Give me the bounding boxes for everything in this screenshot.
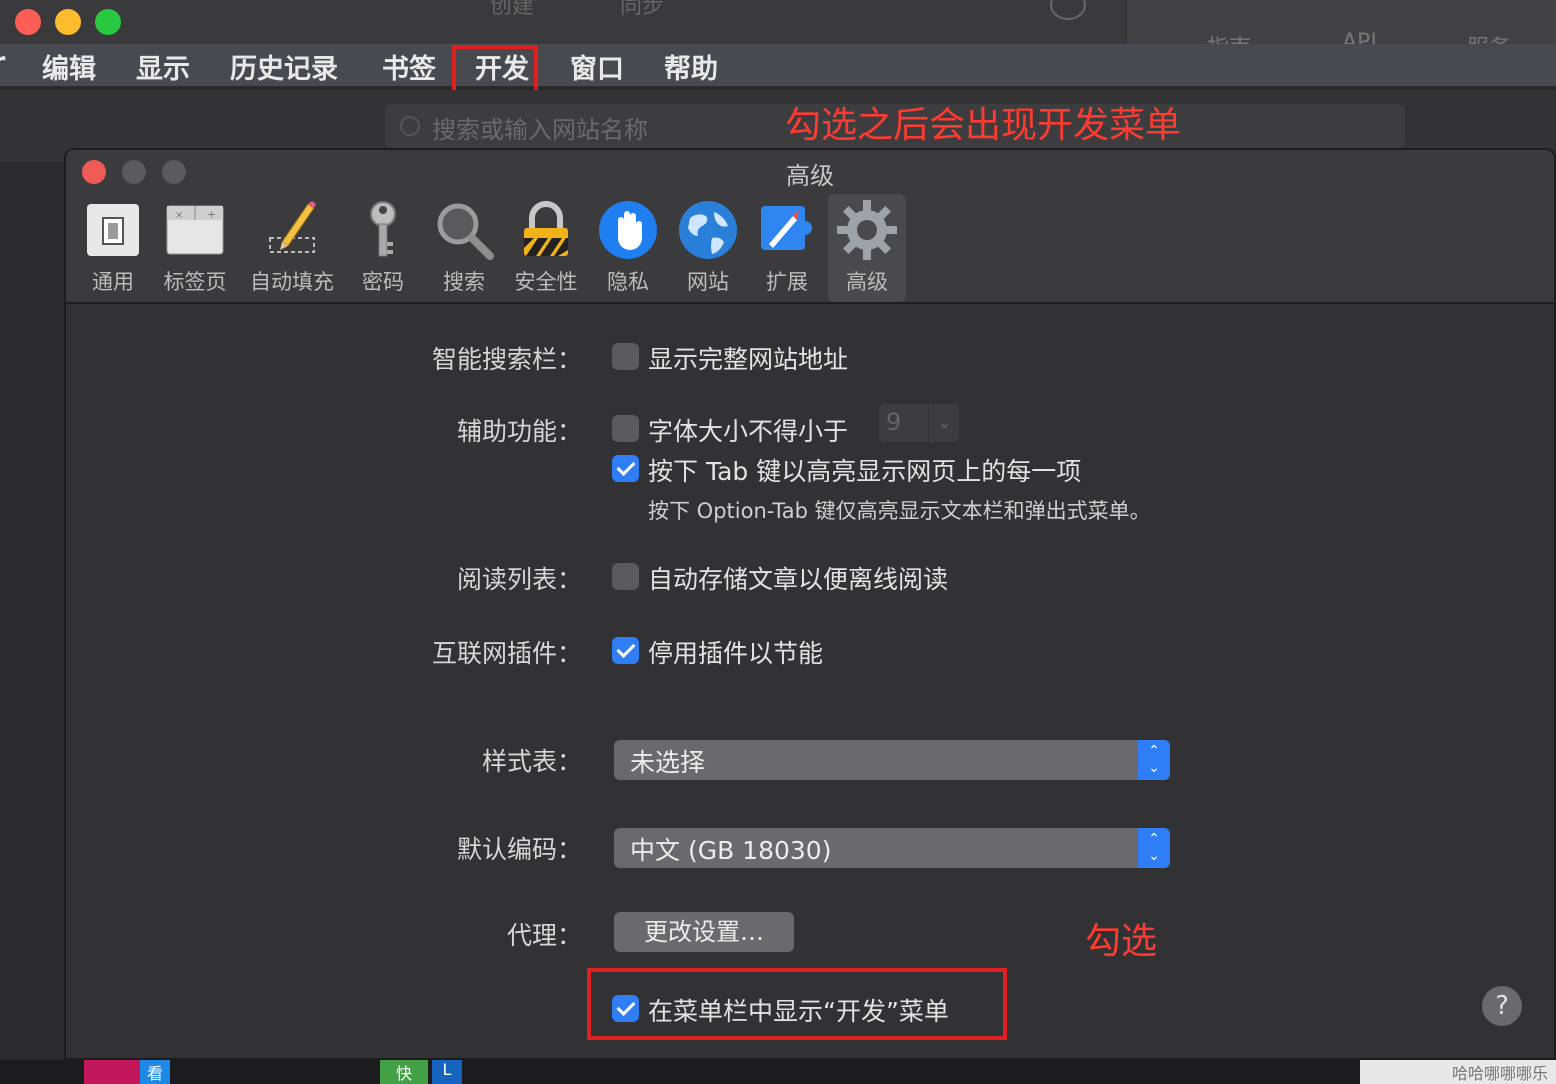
tab-label: 自动填充 bbox=[250, 270, 334, 294]
tab-label: 标签页 bbox=[163, 270, 227, 294]
annotation-top-note: 勾选之后会出现开发菜单 bbox=[785, 105, 1182, 146]
svg-text:+: + bbox=[207, 208, 216, 221]
menu-item-bookmarks[interactable]: 书签 bbox=[382, 47, 436, 86]
annotation-bottom-note: 勾选 bbox=[1085, 921, 1158, 962]
change-settings-button[interactable]: 更改设置… bbox=[614, 912, 794, 952]
chevron-down-icon: ⌄ bbox=[928, 404, 960, 442]
tab-highlight-label: 按下 Tab 键以高亮显示网页上的每一项 bbox=[648, 457, 1082, 486]
encoding-value: 中文 (GB 18030) bbox=[630, 836, 832, 865]
tab-label: 搜索 bbox=[443, 270, 485, 294]
help-button[interactable]: ? bbox=[1482, 986, 1522, 1026]
tab-tabs[interactable]: × + 标签页 bbox=[158, 194, 232, 302]
preferences-window: 高级 通用 × + 标签页 自动填充 密码 搜索 安全性 隐私 网站 扩展 高级… bbox=[64, 148, 1556, 1060]
default-encoding-label: 默认编码： bbox=[456, 835, 582, 864]
min-font-size-value: 9 bbox=[886, 408, 902, 436]
hand-icon bbox=[599, 201, 657, 259]
tab-general[interactable]: 通用 bbox=[78, 194, 148, 302]
tab-extensions[interactable]: 扩展 bbox=[752, 194, 822, 302]
stylesheet-value: 未选择 bbox=[630, 748, 706, 777]
toolbar-create-label: 创建 bbox=[490, 0, 535, 19]
zoom-window-button[interactable] bbox=[95, 9, 121, 35]
show-full-url-checkbox[interactable] bbox=[612, 343, 639, 370]
menu-item-window[interactable]: 窗口 bbox=[570, 47, 624, 86]
menu-item-edit[interactable]: 编辑 bbox=[42, 47, 96, 86]
tab-label: 网站 bbox=[687, 270, 729, 294]
show-full-url-label: 显示完整网站地址 bbox=[648, 345, 849, 374]
dock-item-user[interactable]: 哈哈哪哪哪乐 bbox=[1360, 1060, 1556, 1084]
tab-advanced[interactable]: 高级 bbox=[828, 194, 906, 302]
address-placeholder: 搜索或输入网站名称 bbox=[432, 116, 648, 144]
min-font-size-checkbox[interactable] bbox=[612, 415, 639, 442]
toolbar-sync-label: 同步 bbox=[620, 0, 665, 19]
background-strip: 看 快 L 哈哈哪哪哪乐 bbox=[0, 1060, 1556, 1084]
magnifier-icon bbox=[437, 203, 494, 260]
menu-item-history[interactable]: 历史记录 bbox=[230, 47, 338, 86]
stylesheet-popup[interactable]: 未选择 ⌃ ⌄ bbox=[614, 740, 1170, 780]
min-font-size-label: 字体大小不得小于 bbox=[648, 417, 849, 446]
updown-chevron-icon: ⌃ ⌄ bbox=[1138, 828, 1170, 868]
save-offline-checkbox[interactable] bbox=[612, 563, 639, 590]
gear-icon bbox=[837, 200, 897, 260]
dock-item-l[interactable]: L bbox=[432, 1060, 462, 1084]
tab-passwords[interactable]: 密码 bbox=[350, 194, 416, 302]
tab-websites[interactable]: 网站 bbox=[672, 194, 744, 302]
menu-item-partial[interactable]: r bbox=[0, 47, 5, 78]
tab-highlight-checkbox[interactable] bbox=[612, 455, 639, 482]
smart-search-label: 智能搜索栏： bbox=[431, 345, 582, 374]
reading-list-label: 阅读列表： bbox=[456, 565, 582, 594]
save-offline-label: 自动存储文章以便离线阅读 bbox=[648, 565, 949, 594]
general-switch-icon bbox=[87, 204, 139, 256]
tab-security[interactable]: 安全性 bbox=[508, 194, 584, 302]
svg-text:×: × bbox=[175, 210, 183, 221]
accessibility-label: 辅助功能： bbox=[456, 417, 582, 446]
dock-item-see[interactable]: 看 bbox=[140, 1060, 170, 1084]
tabs-icon: × + bbox=[166, 205, 224, 255]
bg-tab-strip: 指南 API 服务 bbox=[1125, 0, 1556, 61]
stop-plugins-checkbox[interactable] bbox=[612, 637, 639, 664]
encoding-popup[interactable]: 中文 (GB 18030) ⌃ ⌄ bbox=[614, 828, 1170, 868]
puzzle-compass-icon bbox=[761, 206, 812, 250]
tab-label: 扩展 bbox=[766, 270, 808, 294]
close-window-button[interactable] bbox=[15, 9, 41, 35]
dock-item-pink bbox=[84, 1060, 140, 1084]
tab-privacy[interactable]: 隐私 bbox=[594, 194, 662, 302]
stop-plugins-label: 停用插件以节能 bbox=[648, 639, 824, 668]
menu-item-view[interactable]: 显示 bbox=[136, 47, 190, 86]
stylesheet-label: 样式表： bbox=[481, 747, 582, 776]
tab-label: 密码 bbox=[362, 270, 404, 294]
tab-autofill[interactable]: 自动填充 bbox=[242, 194, 342, 302]
pencil-icon bbox=[269, 201, 316, 253]
safari-titlebar: 创建 同步 指南 API 服务 bbox=[0, 0, 1556, 61]
menu-item-help[interactable]: 帮助 bbox=[664, 47, 718, 86]
internet-plugins-label: 互联网插件： bbox=[431, 639, 582, 668]
padlock-icon bbox=[524, 201, 568, 256]
tab-label: 隐私 bbox=[607, 270, 649, 294]
preferences-title: 高级 bbox=[786, 162, 834, 190]
develop-checkbox-highlight-box bbox=[587, 968, 1007, 1040]
search-icon bbox=[1050, 0, 1086, 20]
menu-bar: r 编辑 显示 历史记录 书签 开发 窗口 帮助 bbox=[0, 44, 1556, 88]
search-icon bbox=[400, 116, 420, 136]
key-icon bbox=[370, 201, 396, 257]
proxy-label: 代理： bbox=[506, 921, 582, 950]
tab-label: 通用 bbox=[92, 270, 134, 294]
tab-label: 安全性 bbox=[514, 270, 578, 294]
preferences-toolbar: 高级 通用 × + 标签页 自动填充 密码 搜索 安全性 隐私 网站 扩展 高级 bbox=[66, 150, 1554, 304]
tab-search[interactable]: 搜索 bbox=[428, 194, 500, 302]
option-tab-hint: 按下 Option-Tab 键仅高亮显示文本栏和弹出式菜单。 bbox=[648, 499, 1151, 523]
globe-icon bbox=[679, 201, 737, 259]
tab-label: 高级 bbox=[846, 270, 888, 294]
updown-chevron-icon: ⌃ ⌄ bbox=[1138, 740, 1170, 780]
minimize-window-button[interactable] bbox=[55, 9, 81, 35]
dock-item-quick[interactable]: 快 bbox=[380, 1060, 428, 1084]
